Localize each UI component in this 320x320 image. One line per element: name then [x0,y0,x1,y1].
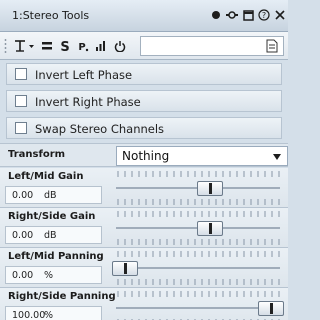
right-side-gain-label: Right/Side Gain [8,211,96,222]
right-side-panning-value-field[interactable]: 100.00 % [5,306,102,320]
swap-stereo-channels-checkbox[interactable] [15,122,27,134]
power-icon[interactable] [113,38,127,54]
invert-right-phase-checkbox[interactable] [15,95,27,107]
invert-left-phase-checkbox[interactable] [15,68,27,80]
invert-right-phase-option[interactable]: Invert Right Phase [6,90,282,112]
help-icon[interactable]: ? [258,9,270,21]
right-side-panning-row: Right/Side Panning 100.00 % [0,288,288,320]
left-mid-panning-value-field[interactable]: 0.00 % [5,266,102,284]
invert-left-phase-option[interactable]: Invert Left Phase [6,63,282,85]
toolbar: S P [0,32,288,60]
left-mid-panning-unit: % [44,270,54,281]
left-mid-gain-unit: dB [44,190,57,201]
left-mid-panning-value: 0.00 [12,270,34,281]
swap-stereo-channels-label: Swap Stereo Channels [35,122,165,136]
chevron-down-icon[interactable] [272,152,282,161]
invert-left-phase-label: Invert Left Phase [35,68,133,82]
left-mid-panning-slider[interactable] [112,248,284,288]
left-mid-gain-value-field[interactable]: 0.00 dB [5,186,102,204]
right-side-gain-slider[interactable] [112,208,284,248]
right-side-gain-row: Right/Side Gain 0.00 dB [0,208,288,248]
left-mid-gain-slider[interactable] [112,168,284,208]
transform-value: Nothing [122,149,170,163]
left-mid-gain-label: Left/Mid Gain [8,171,84,182]
right-side-panning-unit: % [44,310,54,320]
right-side-panning-slider[interactable] [112,288,284,320]
swap-stereo-channels-option[interactable]: Swap Stereo Channels [6,117,282,139]
right-side-panning-label: Right/Side Panning [8,291,116,302]
pin-icon[interactable] [226,9,238,21]
compare-icon[interactable] [40,38,54,54]
left-mid-panning-row: Left/Mid Panning 0.00 % [0,248,288,288]
preset-search-input[interactable] [140,36,284,56]
restore-icon[interactable] [242,9,254,21]
slider-thumb[interactable] [197,221,223,236]
transform-dropdown[interactable]: Nothing [116,146,288,166]
slider-thumb[interactable] [197,181,223,196]
right-side-gain-value: 0.00 [12,230,34,241]
window-title: 1:Stereo Tools [12,9,90,22]
bypass-icon[interactable]: P [76,38,90,54]
right-side-gain-value-field[interactable]: 0.00 dB [5,226,102,244]
close-icon[interactable] [274,9,286,21]
left-mid-panning-label: Left/Mid Panning [8,251,104,262]
svg-text:P: P [78,42,85,52]
toolbar-grip[interactable] [4,38,7,54]
preset-menu-icon[interactable] [14,38,36,54]
svg-text:?: ? [262,11,266,20]
slider-thumb[interactable] [112,261,138,276]
title-bar: 1:Stereo Tools ? [0,0,288,32]
left-mid-gain-row: Left/Mid Gain 0.00 dB [0,168,288,208]
transform-label: Transform [8,149,66,160]
right-side-panning-value: 100.00 [12,310,46,320]
dot-icon[interactable] [210,9,222,21]
left-mid-gain-value: 0.00 [12,190,34,201]
invert-right-phase-label: Invert Right Phase [35,95,141,109]
slider-thumb[interactable] [258,301,284,316]
document-icon[interactable] [265,39,279,53]
transform-row: Transform Nothing [0,143,288,167]
stream-icon[interactable]: S [58,38,72,54]
meter-icon[interactable] [94,38,108,54]
right-side-gain-unit: dB [44,230,57,241]
svg-text:S: S [60,40,69,52]
